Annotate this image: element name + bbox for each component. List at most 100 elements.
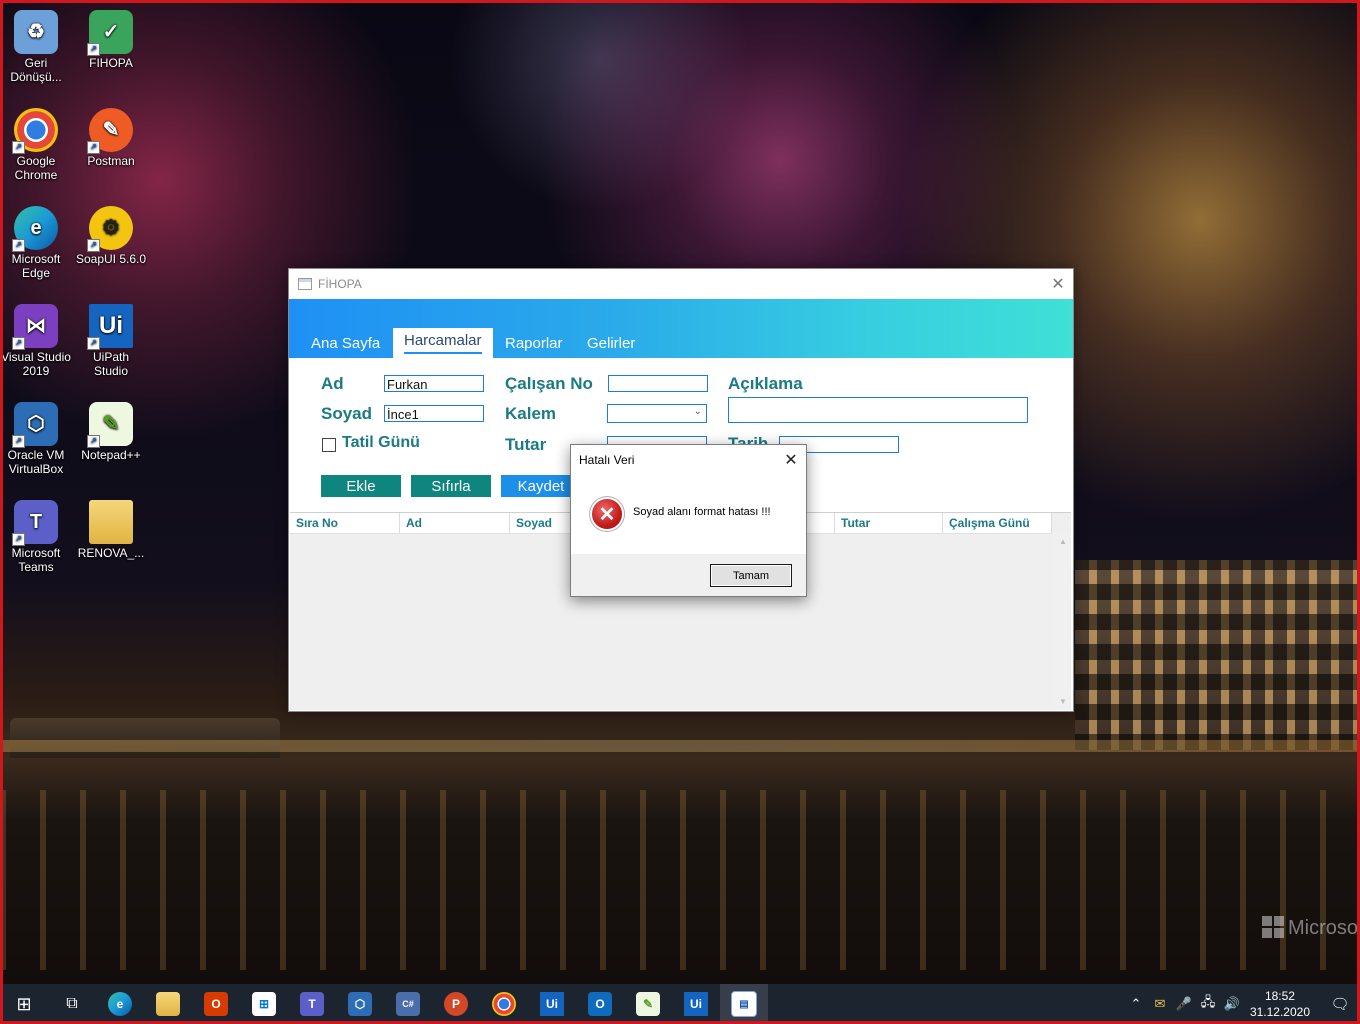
- desktop-icon-teams[interactable]: T ↗ Microsoft Teams: [0, 500, 72, 574]
- desktop-icon-visual-studio[interactable]: ⋈ ↗ Visual Studio 2019: [0, 304, 72, 378]
- clock-time: 18:52: [1264, 989, 1295, 1003]
- taskbar-outlook[interactable]: O: [576, 984, 624, 1024]
- desktop-icon-recycle-bin[interactable]: ♻ Geri Dönüşü...: [0, 10, 72, 84]
- dialog-body: ✕ Soyad alanı format hatası !!!: [571, 475, 806, 553]
- aciklama-input[interactable]: [728, 397, 1028, 423]
- desktop-icon-uipath[interactable]: Ui ↗ UiPath Studio: [75, 304, 147, 378]
- desktop-icon-virtualbox[interactable]: ⬡ ↗ Oracle VM VirtualBox: [0, 402, 72, 476]
- tab-harcamalar[interactable]: Harcamalar: [393, 328, 493, 358]
- desktop-icon-label: Microsoft Teams: [11, 546, 61, 574]
- tamam-button[interactable]: Tamam: [710, 564, 792, 587]
- window-title: FİHOPA: [318, 277, 362, 291]
- sifirla-button[interactable]: Sıfırla: [411, 475, 491, 497]
- taskbar: ⊞ ⧉ e O ⊞ T ⬡ C# P Ui O ✎ Ui ▤ ⌃ ✉ 🎤 🖧 🔊…: [0, 984, 1360, 1024]
- app-window-icon: ▤: [731, 991, 757, 1017]
- volume-icon[interactable]: 🔊: [1220, 996, 1244, 1012]
- calisan-no-input[interactable]: [608, 375, 708, 392]
- file-explorer-icon: [156, 992, 180, 1016]
- desktop-icon-edge[interactable]: e ↗ Microsoft Edge: [0, 206, 72, 280]
- office-icon: O: [204, 992, 228, 1016]
- taskbar-notepadpp[interactable]: ✎: [624, 984, 672, 1024]
- ad-input[interactable]: Furkan: [384, 375, 484, 392]
- dialog-close-button[interactable]: ✕: [776, 445, 806, 475]
- grid-vertical-scrollbar[interactable]: ▲ ▼: [1054, 533, 1071, 710]
- scroll-up-icon[interactable]: ▲: [1059, 537, 1067, 546]
- dialog-title: Hatalı Veri: [579, 453, 635, 467]
- aciklama-label: Açıklama: [728, 374, 803, 393]
- desktop-icon-label: UiPath Studio: [92, 350, 130, 378]
- tatil-gunu-label: Tatil Günü: [342, 434, 420, 451]
- recycle-bin-icon: ♻: [14, 10, 58, 54]
- taskbar-uipath-2[interactable]: Ui: [672, 984, 720, 1024]
- task-view-button[interactable]: ⧉: [48, 984, 96, 1024]
- taskbar-edge[interactable]: e: [96, 984, 144, 1024]
- wallpaper-shoreline: [0, 740, 1360, 752]
- windows-logo-icon: [1262, 916, 1284, 938]
- taskbar-teams[interactable]: T: [288, 984, 336, 1024]
- kaydet-button[interactable]: Kaydet: [501, 475, 581, 497]
- desktop-icon-fihopa[interactable]: ✓ ↗ FIHOPA: [75, 10, 147, 70]
- window-titlebar[interactable]: FİHOPA ✕: [289, 269, 1073, 299]
- tab-label: Ana Sayfa: [311, 334, 381, 352]
- scroll-down-icon[interactable]: ▼: [1059, 697, 1067, 706]
- ekle-button[interactable]: Ekle: [321, 475, 401, 497]
- visual-studio-icon: ⋈ ↗: [12, 304, 58, 350]
- fihopa-icon: ✓ ↗: [87, 10, 133, 56]
- tab-label: Raporlar: [505, 334, 563, 352]
- desktop-icon-notepadpp[interactable]: ✎ ↗ Notepad++: [75, 402, 147, 462]
- desktop-icon-label: RENOVA_...: [77, 546, 145, 560]
- chevron-up-icon[interactable]: ⌃: [1124, 996, 1148, 1012]
- desktop-icon-postman[interactable]: ✎ ↗ Postman: [75, 108, 147, 168]
- taskbar-chrome[interactable]: [480, 984, 528, 1024]
- tab-bar: Ana Sayfa Harcamalar Raporlar Gelirler: [289, 299, 1073, 358]
- kalem-select[interactable]: ⌄: [607, 404, 707, 423]
- column-tutar[interactable]: Tutar: [835, 513, 943, 533]
- task-view-icon: ⧉: [66, 995, 78, 1012]
- uipath-icon: Ui: [684, 992, 708, 1016]
- microphone-icon[interactable]: 🎤: [1172, 996, 1196, 1012]
- tab-raporlar[interactable]: Raporlar: [494, 328, 574, 358]
- notification-icon[interactable]: 🗨: [1320, 995, 1360, 1013]
- soyad-input[interactable]: İnce1: [384, 405, 484, 422]
- clock-date: 31.12.2020: [1249, 1005, 1310, 1019]
- edge-icon: e: [108, 992, 132, 1016]
- outlook-icon: O: [588, 992, 612, 1016]
- column-sira-no[interactable]: Sıra No: [290, 513, 400, 533]
- desktop-icon-renova-folder[interactable]: RENOVA_...: [75, 500, 147, 560]
- taskbar-virtualbox[interactable]: ⬡: [336, 984, 384, 1024]
- wallpaper-reflection: [0, 790, 1360, 970]
- error-icon: ✕: [592, 499, 622, 529]
- teams-icon: T: [300, 992, 324, 1016]
- network-icon[interactable]: 🖧: [1196, 993, 1220, 1015]
- taskbar-powerpoint[interactable]: P: [432, 984, 480, 1024]
- tab-ana-sayfa[interactable]: Ana Sayfa: [300, 328, 391, 358]
- dialog-message: Soyad alanı format hatası !!!: [633, 506, 771, 518]
- app-window-icon: [298, 278, 312, 290]
- header-banner: Ana Sayfa Harcamalar Raporlar Gelirler: [289, 299, 1073, 358]
- desktop-icon-chrome[interactable]: ↗ Google Chrome: [0, 108, 72, 182]
- taskbar-uipath[interactable]: Ui: [528, 984, 576, 1024]
- desktop-icon-soapui[interactable]: ⚙ ↗ SoapUI 5.6.0: [75, 206, 147, 266]
- column-ad[interactable]: Ad: [400, 513, 510, 533]
- taskbar-calculator[interactable]: C#: [384, 984, 432, 1024]
- desktop-icon-label: Notepad++: [81, 448, 141, 462]
- tab-label: Harcamalar: [404, 332, 482, 354]
- windows-watermark: Microso: [1262, 916, 1358, 940]
- start-icon: ⊞: [16, 993, 32, 1014]
- clock[interactable]: 18:52 31.12.2020: [1250, 988, 1310, 1020]
- window-close-button[interactable]: ✕: [1043, 269, 1073, 299]
- start-button[interactable]: ⊞: [0, 984, 48, 1024]
- wallpaper-building: [1075, 560, 1360, 750]
- taskbar-file-explorer[interactable]: [144, 984, 192, 1024]
- mail-icon[interactable]: ✉: [1148, 996, 1172, 1012]
- tab-gelirler[interactable]: Gelirler: [576, 328, 646, 358]
- taskbar-store[interactable]: ⊞: [240, 984, 288, 1024]
- calculator-icon: C#: [396, 992, 420, 1016]
- dialog-titlebar[interactable]: Hatalı Veri ✕: [571, 445, 806, 475]
- taskbar-office[interactable]: O: [192, 984, 240, 1024]
- tatil-gunu-checkbox[interactable]: [322, 438, 336, 452]
- tab-label: Gelirler: [587, 334, 636, 352]
- column-calisma-gunu[interactable]: Çalışma Günü: [943, 513, 1052, 533]
- desktop-icon-label: FIHOPA: [89, 56, 133, 70]
- taskbar-fihopa[interactable]: ▤: [720, 984, 768, 1024]
